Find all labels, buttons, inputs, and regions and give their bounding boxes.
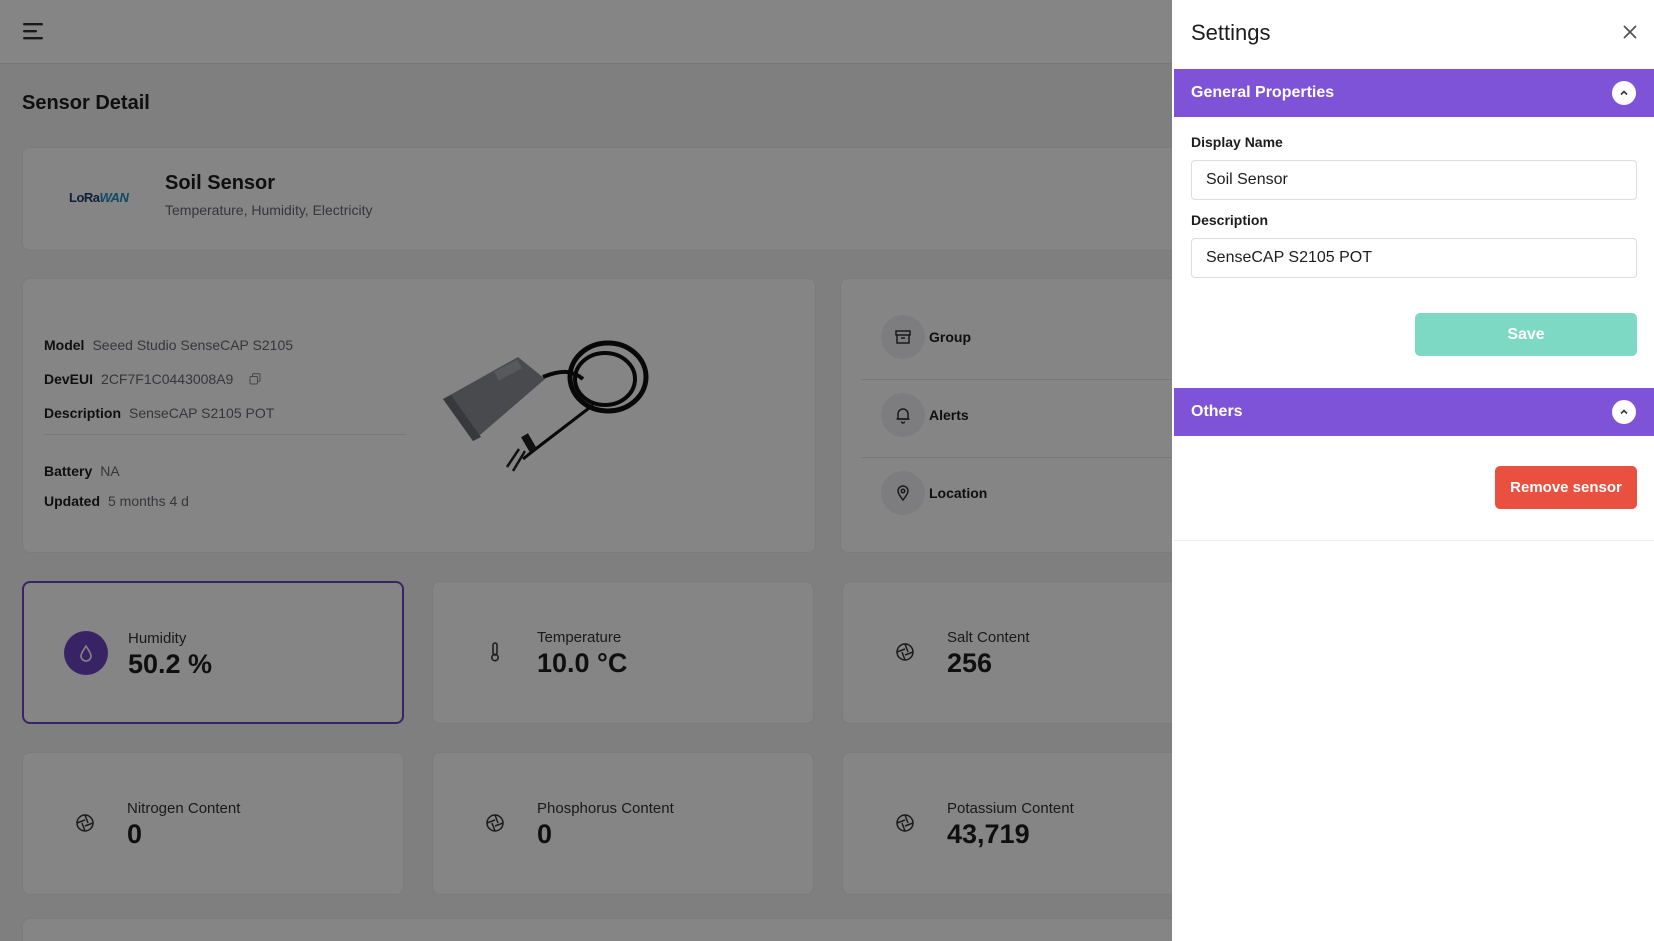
general-properties-header[interactable]: General Properties xyxy=(1174,69,1654,117)
display-name-label: Display Name xyxy=(1191,134,1283,150)
chevron-up-icon xyxy=(1620,90,1628,96)
description-label: Description xyxy=(1191,212,1269,228)
settings-drawer: Settings General Properties Display Name… xyxy=(1172,0,1654,941)
display-name-input[interactable] xyxy=(1191,160,1637,200)
close-icon[interactable] xyxy=(1620,22,1640,42)
drawer-title: Settings xyxy=(1191,20,1271,45)
chevron-up-icon xyxy=(1620,409,1628,415)
remove-sensor-button[interactable]: Remove sensor xyxy=(1495,466,1637,509)
description-input[interactable] xyxy=(1191,238,1637,278)
drawer-divider xyxy=(1174,540,1654,541)
save-button[interactable]: Save xyxy=(1415,313,1637,356)
others-header[interactable]: Others xyxy=(1174,388,1654,436)
